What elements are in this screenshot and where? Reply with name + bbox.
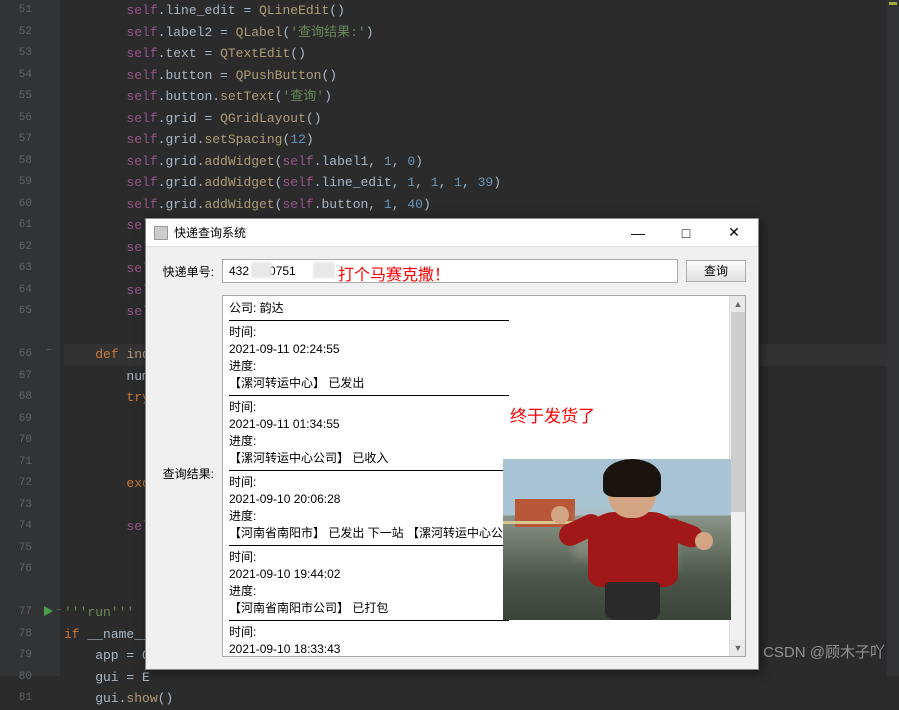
code-line: gui.show() [64,688,899,710]
line-number: 72 [0,473,32,495]
line-number: 52 [0,22,32,44]
tracking-number-label: 快递单号: [158,263,214,280]
line-number: 79 [0,645,32,667]
line-number-gutter: 515253545556575859606162636465 6667686970… [0,0,40,676]
code-line: self.grid.addWidget(self.line_edit, 1, 1… [64,172,899,194]
line-number: 71 [0,452,32,474]
fold-minus-icon[interactable]: − [52,605,66,619]
tracking-entry: 时间:2021-09-11 02:24:55进度:【漯河转运中心】 已发出 [229,324,739,392]
censor-block [313,262,335,278]
line-number: 64 [0,280,32,302]
line-number [0,581,32,603]
line-number: 66 [0,344,32,366]
code-line: self.grid = QGridLayout() [64,108,899,130]
titlebar[interactable]: 快递查询系统 — □ ✕ [146,219,758,247]
code-line: self.label2 = QLabel('查询结果:') [64,22,899,44]
line-number: 54 [0,65,32,87]
result-label: 查询结果: [158,295,214,482]
close-button[interactable]: ✕ [718,222,750,244]
line-number: 57 [0,129,32,151]
csdn-watermark: CSDN @顾木子吖 [763,641,885,662]
code-line: self.text = QTextEdit() [64,43,899,65]
scroll-up-icon[interactable]: ▲ [730,296,746,312]
line-number: 58 [0,151,32,173]
fold-minus-icon[interactable]: − [42,345,56,359]
line-number: 73 [0,495,32,517]
happy-running-gif [503,459,731,620]
line-number: 62 [0,237,32,259]
line-number: 68 [0,387,32,409]
scroll-down-icon[interactable]: ▼ [730,640,746,656]
window-icon [154,226,168,240]
line-number: 53 [0,43,32,65]
line-number: 51 [0,0,32,22]
line-number: 59 [0,172,32,194]
line-number: 75 [0,538,32,560]
scrollbar[interactable]: ▲ ▼ [729,296,745,656]
fold-column: − − [40,0,60,676]
scroll-thumb[interactable] [731,312,745,512]
query-button[interactable]: 查询 [686,260,746,282]
code-line: self.grid.setSpacing(12) [64,129,899,151]
tracking-entry: 时间:2021-09-11 01:34:55进度:【漯河转运中心公司】 已收入 [229,399,739,467]
censor-block [251,262,272,278]
code-line: self.button.setText('查询') [64,86,899,108]
code-line: self.line_edit = QLineEdit() [64,0,899,22]
line-number: 61 [0,215,32,237]
line-number: 55 [0,86,32,108]
line-number: 80 [0,667,32,689]
line-number [0,323,32,345]
maximize-button[interactable]: □ [670,222,702,244]
line-number: 81 [0,688,32,710]
line-number: 60 [0,194,32,216]
tracking-number-input[interactable] [222,259,678,283]
tracking-entry: 时间:2021-09-10 18:33:43 [229,624,739,657]
code-line: self.grid.addWidget(self.label1, 1, 0) [64,151,899,173]
line-number: 67 [0,366,32,388]
code-line: self.button = QPushButton() [64,65,899,87]
company-line: 公司: 韵达 [229,300,739,317]
minimize-button[interactable]: — [622,222,654,244]
line-number: 78 [0,624,32,646]
line-number: 69 [0,409,32,431]
error-stripe [887,0,899,676]
line-number: 76 [0,559,32,581]
line-number: 77 [0,602,32,624]
line-number: 63 [0,258,32,280]
line-number: 65 [0,301,32,323]
line-number: 56 [0,108,32,130]
line-number: 70 [0,430,32,452]
window-title: 快递查询系统 [174,224,622,241]
line-number: 74 [0,516,32,538]
code-line: self.grid.addWidget(self.button, 1, 40) [64,194,899,216]
